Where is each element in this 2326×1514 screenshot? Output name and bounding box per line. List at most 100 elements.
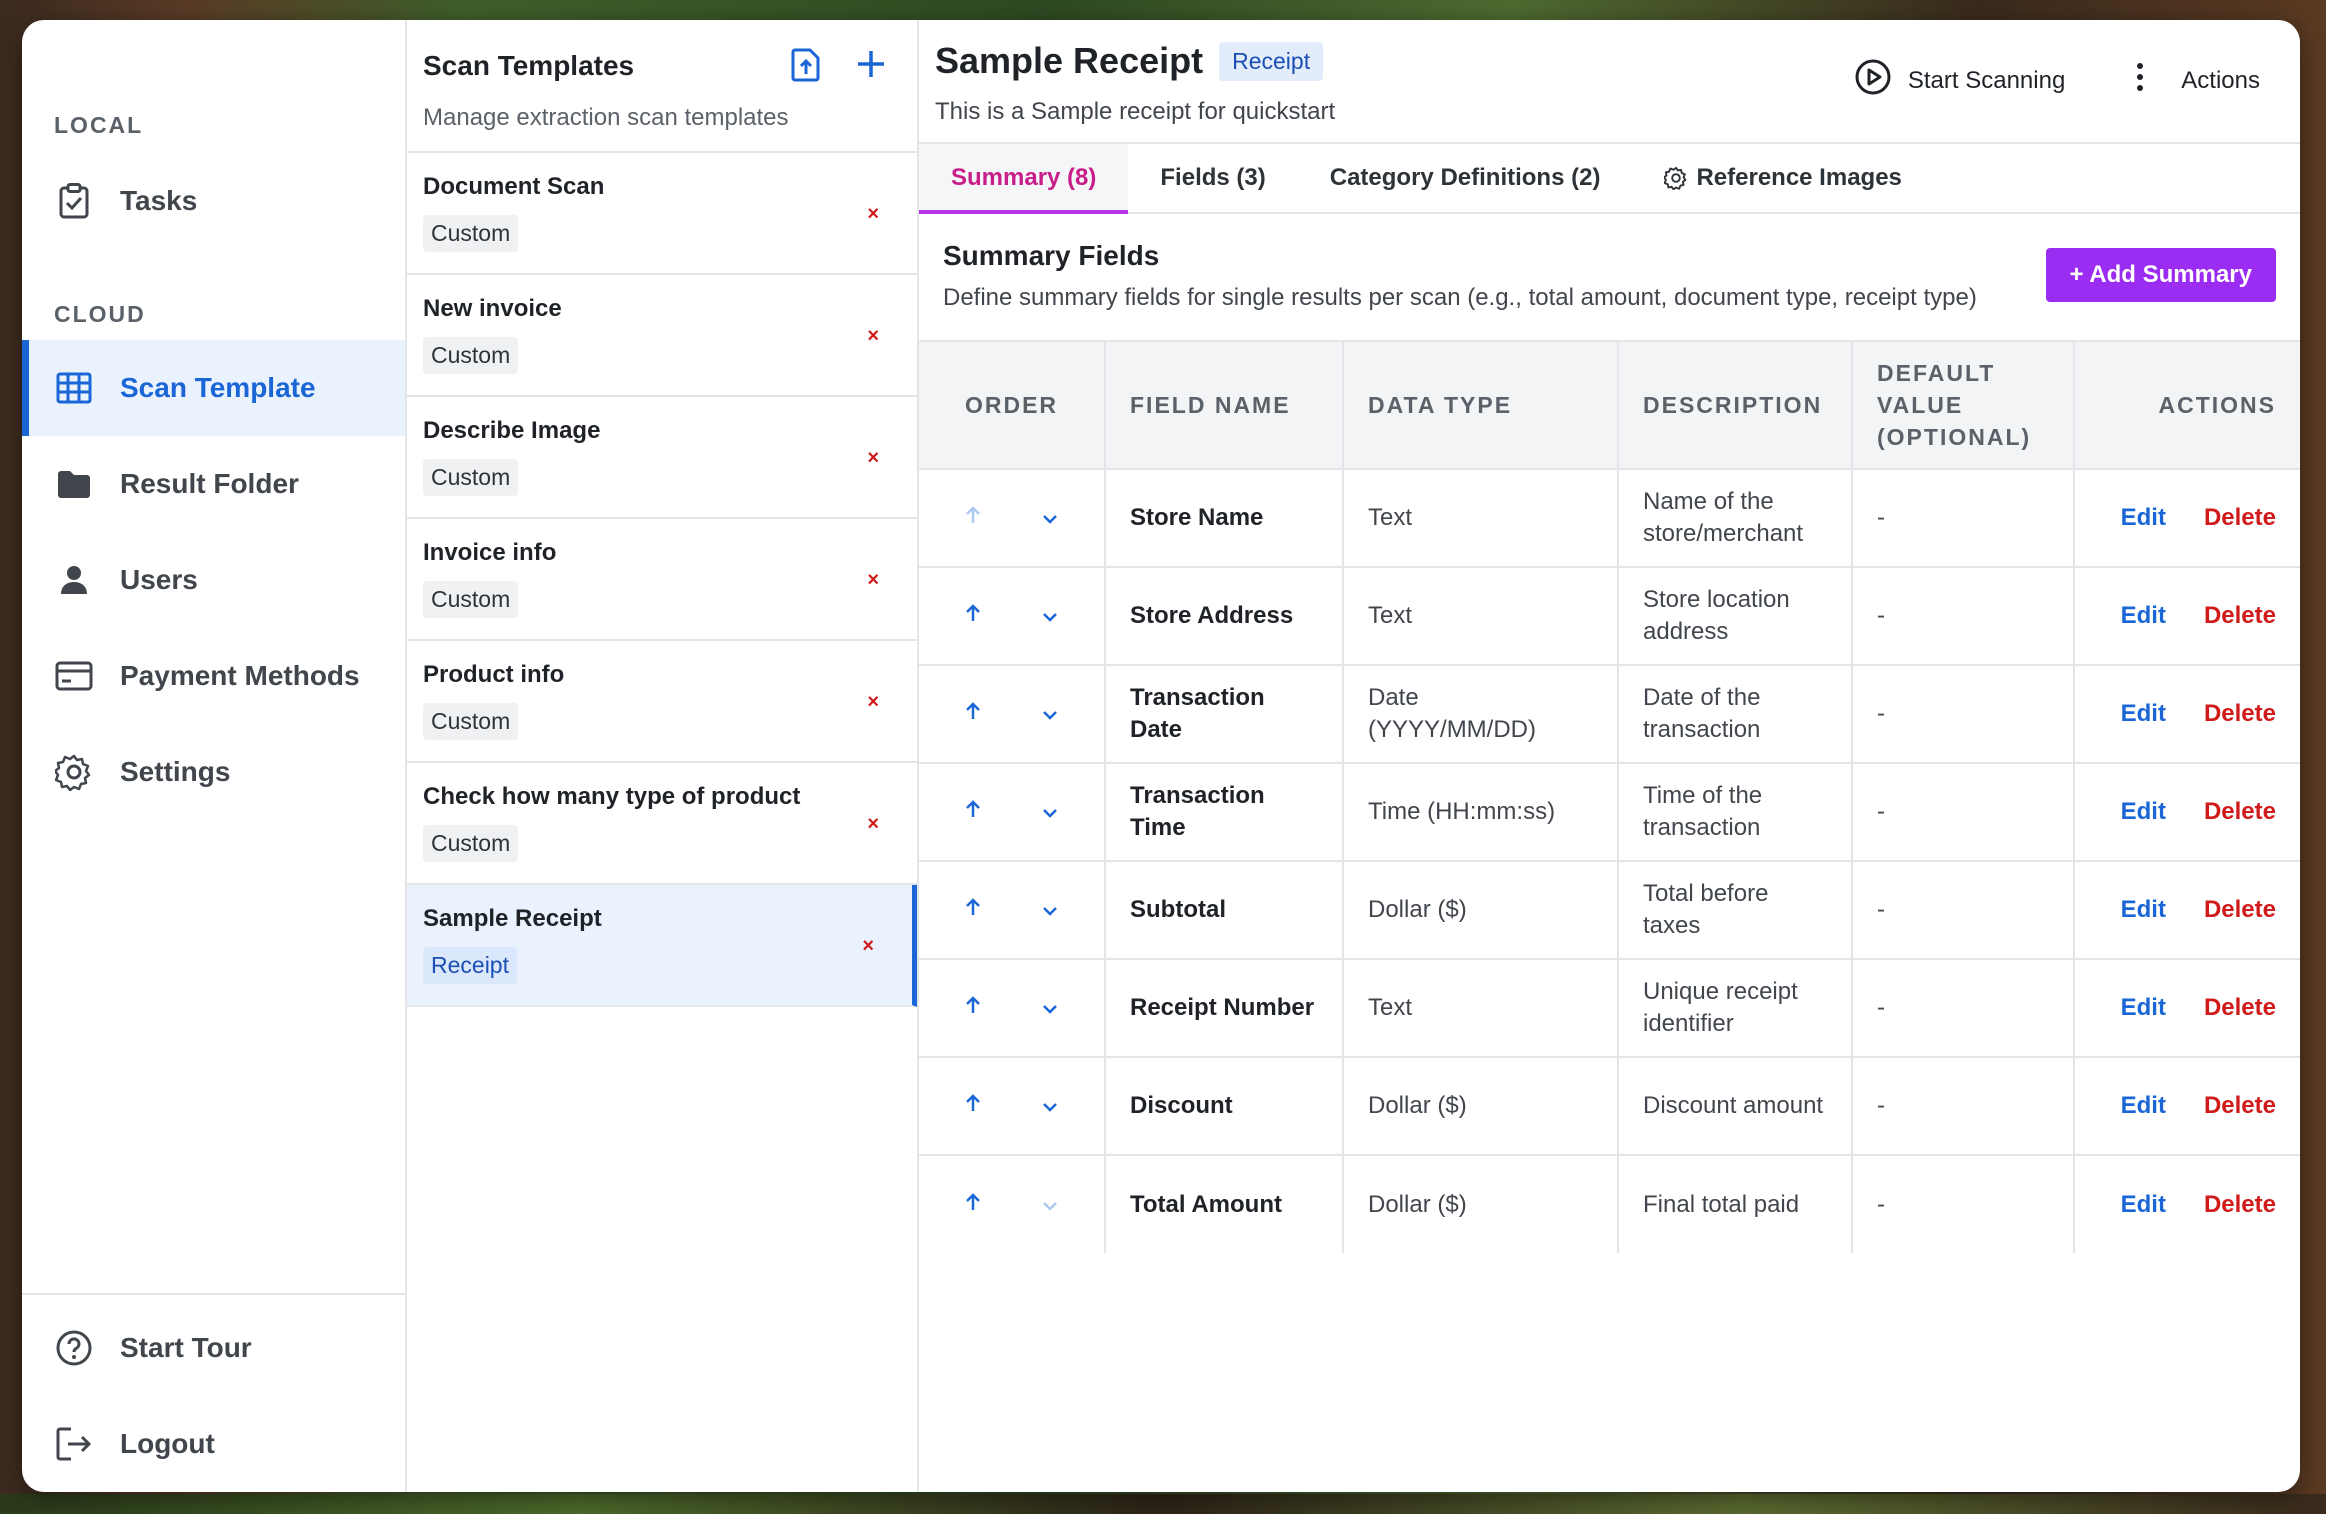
column-header-description: DESCRIPTION <box>1618 340 1853 470</box>
start-tour-button[interactable]: Start Tour <box>22 1300 405 1396</box>
table-grid-icon <box>54 368 94 408</box>
move-up-arrow-icon[interactable] <box>953 992 993 1024</box>
edit-button[interactable]: Edit <box>2121 700 2166 727</box>
section-label-local: LOCAL <box>54 112 144 138</box>
move-up-arrow-icon[interactable] <box>953 1090 993 1122</box>
tab-category-definitions[interactable]: Category Definitions (2) <box>1298 144 1633 212</box>
order-cell <box>919 469 1106 568</box>
import-file-icon[interactable] <box>791 48 821 87</box>
data-type-cell: Text <box>1343 567 1619 666</box>
delete-button[interactable]: Delete <box>2204 896 2276 923</box>
tab-fields[interactable]: Fields (3) <box>1128 144 1297 212</box>
sidebar-bottom: Start Tour Logout <box>22 1293 405 1492</box>
template-type-badge: Custom <box>423 581 519 618</box>
add-template-icon[interactable] <box>855 48 887 87</box>
sidebar-item-scan-template[interactable]: Scan Template <box>22 340 405 436</box>
default-value-cell: - <box>1852 665 2075 764</box>
delete-button[interactable]: Delete <box>2204 798 2276 825</box>
sidebar-item-payment-methods[interactable]: Payment Methods <box>22 628 405 724</box>
move-down-chevron-icon[interactable] <box>1030 894 1070 926</box>
edit-button[interactable]: Edit <box>2121 798 2166 825</box>
order-cell <box>919 959 1106 1058</box>
edit-button[interactable]: Edit <box>2121 504 2166 531</box>
help-circle-icon <box>54 1328 94 1368</box>
actions-menu-button[interactable]: Actions <box>2135 62 2260 99</box>
template-item[interactable]: Describe Image Custom × <box>407 397 917 519</box>
logout-button[interactable]: Logout <box>22 1396 405 1492</box>
sidebar-item-label: Logout <box>120 1428 215 1459</box>
delete-template-icon[interactable]: × <box>867 691 879 714</box>
table-header-row: ORDER FIELD NAME DATA TYPE DESCRIPTION D… <box>919 340 2300 470</box>
sidebar-item-label: Start Tour <box>120 1332 252 1363</box>
move-down-chevron-icon[interactable] <box>1030 698 1070 730</box>
order-cell <box>919 567 1106 666</box>
delete-button[interactable]: Delete <box>2204 504 2276 531</box>
edit-button[interactable]: Edit <box>2121 994 2166 1021</box>
template-item[interactable]: Document Scan Custom × <box>407 153 917 275</box>
edit-button[interactable]: Edit <box>2121 896 2166 923</box>
description-cell: Store location address <box>1618 567 1853 666</box>
move-down-chevron-icon[interactable] <box>1030 600 1070 632</box>
delete-template-icon[interactable]: × <box>867 569 879 592</box>
sidebar-item-tasks[interactable]: Tasks <box>22 153 405 249</box>
play-circle-icon <box>1854 58 1892 103</box>
actions-cell: Edit Delete <box>2074 1057 2300 1156</box>
gear-icon <box>1664 166 1688 190</box>
template-item[interactable]: Invoice info Custom × <box>407 519 917 641</box>
move-up-arrow-icon[interactable] <box>953 698 993 730</box>
delete-button[interactable]: Delete <box>2204 602 2276 629</box>
delete-template-icon[interactable]: × <box>867 447 879 470</box>
edit-button[interactable]: Edit <box>2121 602 2166 629</box>
data-type-cell: Dollar ($) <box>1343 1057 1619 1156</box>
move-down-chevron-icon[interactable] <box>1030 1090 1070 1122</box>
field-name-cell: Transaction Date <box>1105 665 1344 764</box>
sidebar-item-result-folder[interactable]: Result Folder <box>22 436 405 532</box>
move-up-arrow-icon[interactable] <box>953 796 993 828</box>
edit-button[interactable]: Edit <box>2121 1191 2166 1218</box>
field-name-cell: Subtotal <box>1105 861 1344 960</box>
delete-template-icon[interactable]: × <box>867 203 879 226</box>
sidebar-item-settings[interactable]: Settings <box>22 724 405 820</box>
data-type-cell: Date (YYYY/MM/DD) <box>1343 665 1619 764</box>
main-panel: Sample Receipt Receipt This is a Sample … <box>919 20 2300 1492</box>
edit-button[interactable]: Edit <box>2121 1092 2166 1119</box>
template-item[interactable]: Check how many type of product Custom × <box>407 763 917 885</box>
move-up-arrow-icon[interactable] <box>953 1189 993 1221</box>
delete-button[interactable]: Delete <box>2204 994 2276 1021</box>
tab-reference-images[interactable]: Reference Images <box>1632 144 1933 212</box>
template-item[interactable]: New invoice Custom × <box>407 275 917 397</box>
delete-template-icon[interactable]: × <box>867 813 879 836</box>
template-item-selected[interactable]: Sample Receipt Receipt × <box>407 885 917 1007</box>
sidebar-item-users[interactable]: Users <box>22 532 405 628</box>
delete-button[interactable]: Delete <box>2204 1092 2276 1119</box>
actions-cell: Edit Delete <box>2074 763 2300 862</box>
default-value-cell: - <box>1852 763 2075 862</box>
delete-template-icon[interactable]: × <box>867 325 879 348</box>
data-type-cell: Time (HH:mm:ss) <box>1343 763 1619 862</box>
delete-button[interactable]: Delete <box>2204 1191 2276 1218</box>
delete-button[interactable]: Delete <box>2204 700 2276 727</box>
move-down-chevron-icon[interactable] <box>1030 992 1070 1024</box>
desktop-background <box>0 1494 2326 1514</box>
move-up-arrow-icon[interactable] <box>953 502 993 534</box>
main-header: Sample Receipt Receipt This is a Sample … <box>919 20 2300 144</box>
column-header-actions: ACTIONS <box>2074 340 2300 470</box>
add-summary-button[interactable]: + Add Summary <box>2045 248 2276 302</box>
more-vertical-icon <box>2135 62 2145 99</box>
move-up-arrow-icon[interactable] <box>953 894 993 926</box>
move-down-chevron-icon[interactable] <box>1030 796 1070 828</box>
move-down-chevron-icon[interactable] <box>1030 502 1070 534</box>
tab-summary[interactable]: Summary (8) <box>919 144 1129 214</box>
move-down-chevron-icon[interactable] <box>1030 1189 1070 1221</box>
description-cell: Final total paid <box>1618 1155 1853 1253</box>
template-type-badge: Custom <box>423 215 519 252</box>
start-scanning-button[interactable]: Start Scanning <box>1854 58 2065 103</box>
move-up-arrow-icon[interactable] <box>953 600 993 632</box>
table-row: Transaction Time Time (HH:mm:ss) Time of… <box>919 763 2300 862</box>
delete-template-icon[interactable]: × <box>862 935 874 958</box>
order-cell <box>919 665 1106 764</box>
description-cell: Name of the store/merchant <box>1618 469 1853 568</box>
template-item[interactable]: Product info Custom × <box>407 641 917 763</box>
table-row: Discount Dollar ($) Discount amount - Ed… <box>919 1057 2300 1156</box>
column-header-default-value: DEFAULT VALUE (OPTIONAL) <box>1852 340 2075 470</box>
